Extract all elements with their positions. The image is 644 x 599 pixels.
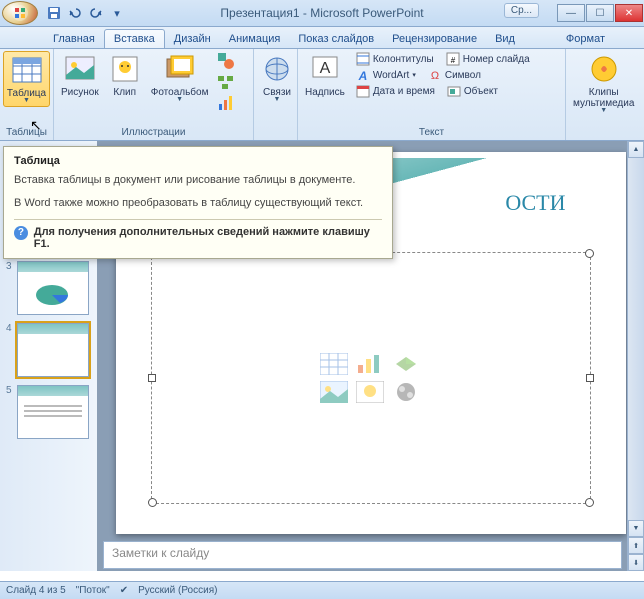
thumbnail-4[interactable] <box>17 323 89 377</box>
tab-animation[interactable]: Анимация <box>220 30 290 48</box>
link-icon <box>261 53 293 85</box>
shapes-icon[interactable] <box>216 51 236 71</box>
tab-format[interactable]: Формат <box>557 30 614 48</box>
minimize-button[interactable]: — <box>557 4 585 22</box>
maximize-button[interactable]: ☐ <box>586 4 614 22</box>
tab-view[interactable]: Вид <box>486 30 524 48</box>
scroll-up-icon[interactable]: ▲ <box>628 141 644 158</box>
clipart-button[interactable]: Клип <box>105 51 145 100</box>
table-icon <box>11 54 43 86</box>
chevron-down-icon: ▼ <box>23 97 30 104</box>
resize-handle[interactable] <box>148 374 156 382</box>
table-button[interactable]: Таблица ▼ <box>3 51 50 107</box>
picture-icon <box>64 53 96 85</box>
tooltip-desc-2: В Word также можно преобразовать в табли… <box>14 196 382 211</box>
ribbon: Таблица ▼ Таблицы Рисунок Клип Фотоальбо… <box>0 49 644 141</box>
redo-icon[interactable] <box>86 3 106 23</box>
status-lang-icon: ✔ <box>120 585 128 596</box>
media-button[interactable]: Клипы мультимедиа ▼ <box>569 51 638 116</box>
media-icon <box>588 53 620 85</box>
notes-pane[interactable]: Заметки к слайду <box>103 541 622 569</box>
window-title: Презентация1 - Microsoft PowerPoint <box>220 6 423 20</box>
status-theme: "Поток" <box>76 585 110 596</box>
illustrations-group-label: Иллюстрации <box>57 126 250 140</box>
clipart-icon <box>109 53 141 85</box>
placeholder-icon-grid <box>320 353 422 403</box>
textbox-icon: A <box>309 53 341 85</box>
thumbnail-3[interactable] <box>17 261 89 315</box>
contextual-tools-label: Ср... <box>504 3 539 18</box>
datetime-icon <box>356 84 370 98</box>
insert-table-icon[interactable] <box>320 353 348 375</box>
tab-design[interactable]: Дизайн <box>165 30 220 48</box>
status-bar: Слайд 4 из 5 "Поток" ✔ Русский (Россия) <box>0 581 644 599</box>
header-footer-button[interactable]: Колонтитулы <box>353 51 437 67</box>
insert-media-icon[interactable] <box>392 381 420 403</box>
scroll-down-icon[interactable]: ▼ <box>628 520 644 537</box>
photoalbum-button[interactable]: Фотоальбом ▼ <box>147 51 213 105</box>
tab-slideshow[interactable]: Показ слайдов <box>289 30 383 48</box>
insert-smartart-icon[interactable] <box>392 353 420 375</box>
links-button[interactable]: Связи ▼ <box>257 51 297 105</box>
status-slide: Слайд 4 из 5 <box>6 585 66 596</box>
svg-text:Ω: Ω <box>431 70 439 82</box>
next-slide-icon[interactable]: ⬇ <box>628 554 644 571</box>
ribbon-tabs: Главная Вставка Дизайн Анимация Показ сл… <box>0 27 644 49</box>
svg-text:#: # <box>450 56 455 65</box>
object-icon <box>447 84 461 98</box>
text-group-label: Текст <box>301 126 562 140</box>
tables-group-label: Таблицы <box>3 126 50 140</box>
status-language: Русский (Россия) <box>138 585 217 596</box>
vertical-scrollbar[interactable]: ▲ ▼ ⬆ ⬇ <box>627 141 644 571</box>
tab-insert[interactable]: Вставка <box>104 29 165 48</box>
slide-title-partial: ОСТИ <box>505 190 565 216</box>
tooltip-help: Для получения дополнительных сведений на… <box>34 226 382 250</box>
textbox-button[interactable]: A Надпись <box>301 51 349 100</box>
save-icon[interactable] <box>44 3 64 23</box>
tab-home[interactable]: Главная <box>44 30 104 48</box>
tab-review[interactable]: Рецензирование <box>383 30 486 48</box>
smartart-icon[interactable] <box>216 72 236 92</box>
svg-text:A: A <box>320 60 331 77</box>
tooltip-title: Таблица <box>14 155 382 167</box>
slide-number-button[interactable]: #Номер слайда <box>443 51 533 67</box>
thumbnail-5[interactable] <box>17 385 89 439</box>
wordart-button[interactable]: AWordArt▾ <box>353 67 419 83</box>
datetime-button[interactable]: Дата и время <box>353 83 438 99</box>
qat-dropdown-icon[interactable]: ▾ <box>107 3 127 23</box>
undo-icon[interactable] <box>65 3 85 23</box>
object-button[interactable]: Объект <box>444 83 501 99</box>
content-placeholder[interactable] <box>151 252 591 504</box>
wordart-icon: A <box>356 68 370 82</box>
slide-number-icon: # <box>446 52 460 66</box>
symbol-button[interactable]: ΩСимвол <box>425 67 484 83</box>
prev-slide-icon[interactable]: ⬆ <box>628 537 644 554</box>
chart-icon[interactable] <box>216 93 236 113</box>
resize-handle[interactable] <box>586 374 594 382</box>
symbol-icon: Ω <box>428 68 442 82</box>
insert-chart-icon[interactable] <box>356 353 384 375</box>
close-button[interactable]: ✕ <box>615 4 643 22</box>
picture-button[interactable]: Рисунок <box>57 51 103 100</box>
insert-clipart-icon[interactable] <box>356 381 384 403</box>
insert-picture-icon[interactable] <box>320 381 348 403</box>
help-icon: ? <box>14 226 28 240</box>
tooltip-desc-1: Вставка таблицы в документ или рисование… <box>14 173 382 188</box>
office-button[interactable] <box>2 1 38 25</box>
svg-text:A: A <box>358 69 368 82</box>
tooltip: Таблица Вставка таблицы в документ или р… <box>3 146 393 259</box>
photoalbum-icon <box>164 53 196 85</box>
header-footer-icon <box>356 52 370 66</box>
